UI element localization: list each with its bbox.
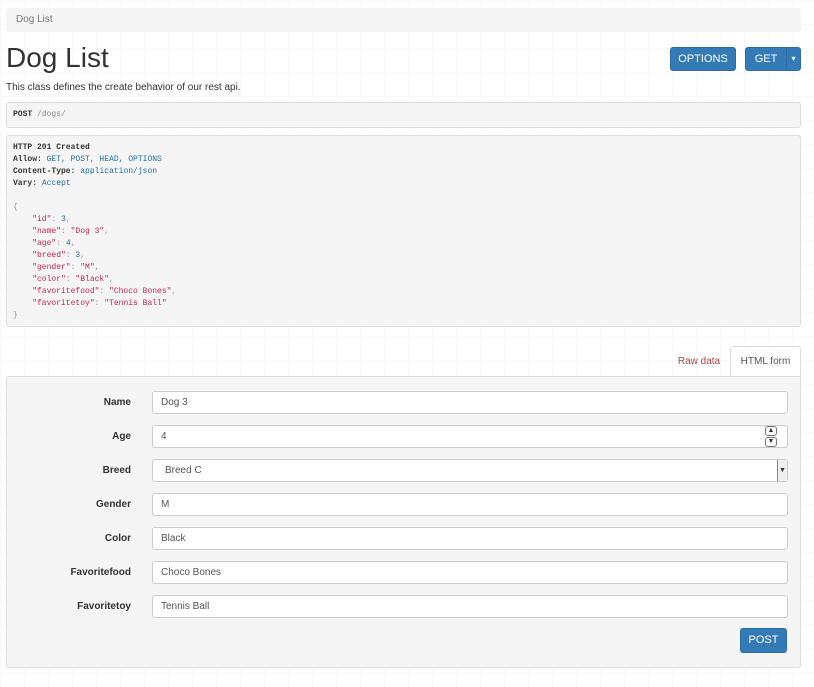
json-value: "Choco Bones"	[109, 287, 172, 296]
tab-raw-data[interactable]: Raw data	[669, 346, 729, 377]
json-value: "Dog 3"	[70, 227, 105, 236]
favoritetoy-label: Favoritetoy	[77, 601, 131, 612]
color-field[interactable]: Black	[152, 527, 788, 550]
form-row-favoritefood: Favoritefood Choco Bones	[7, 561, 802, 585]
breadcrumb-item-dog-list[interactable]: Dog List	[16, 14, 53, 25]
json-key: "breed"	[32, 251, 66, 260]
json-key: "gender"	[32, 263, 71, 272]
form-row-gender: Gender M	[7, 493, 802, 517]
name-field[interactable]: Dog 3	[152, 391, 788, 414]
form-row-name: Name Dog 3	[7, 391, 802, 415]
json-value: "Tennis Ball"	[104, 299, 167, 308]
json-key: "color"	[32, 275, 66, 284]
tab-html-form[interactable]: HTML form	[730, 346, 801, 377]
age-value: 4	[161, 431, 167, 442]
json-key: "name"	[32, 227, 62, 236]
chevron-down-icon[interactable]: ▼	[777, 460, 787, 481]
color-label: Color	[104, 533, 131, 544]
decrement-icon[interactable]: ▼	[765, 437, 777, 447]
json-key: "age"	[32, 239, 57, 248]
get-button[interactable]: GET	[745, 47, 787, 71]
request-method: POST	[13, 110, 33, 119]
breed-label: Breed	[102, 465, 131, 476]
page-description: This class defines the create behavior o…	[6, 82, 241, 93]
response-info: HTTP 201 Created Allow: GET, POST, HEAD,…	[6, 135, 801, 327]
age-field[interactable]: 4 ▲ ▼	[152, 425, 788, 448]
json-value: "Black"	[75, 275, 110, 284]
name-label: Name	[103, 397, 131, 408]
page-title: Dog List	[6, 42, 109, 73]
response-header-value: Accept	[41, 179, 71, 188]
response-header-key: Vary:	[13, 179, 38, 188]
breed-select[interactable]: Breed C ▼	[152, 459, 788, 482]
favoritefood-label: Favoritefood	[70, 567, 131, 578]
content-tabs: Raw data HTML form	[0, 346, 814, 377]
json-open-brace: {	[13, 203, 18, 212]
json-close-brace: }	[13, 311, 18, 320]
response-header-key: Content-Type:	[13, 167, 76, 176]
favoritefood-field[interactable]: Choco Bones	[152, 561, 788, 584]
gender-label: Gender	[95, 499, 131, 510]
form-row-breed: Breed Breed C ▼	[7, 459, 802, 483]
json-key: "favoritetoy"	[32, 299, 95, 308]
gender-field[interactable]: M	[152, 493, 788, 516]
request-path: /dogs/	[37, 110, 66, 119]
response-status: HTTP 201 Created	[13, 143, 90, 152]
request-info: POST /dogs/	[6, 102, 801, 128]
html-form-panel: Name Dog 3 Age 4 ▲ ▼ Breed Breed C ▼ Gen…	[6, 376, 801, 668]
options-button[interactable]: OPTIONS	[670, 47, 736, 71]
increment-icon[interactable]: ▲	[765, 426, 777, 436]
post-button[interactable]: POST	[740, 628, 787, 653]
response-header-value: GET, POST, HEAD, OPTIONS	[46, 155, 162, 164]
form-row-color: Color Black	[7, 527, 802, 551]
age-stepper[interactable]: ▲ ▼	[765, 426, 779, 447]
get-format-dropdown-caret-icon[interactable]: ▾	[786, 47, 801, 71]
favoritetoy-field[interactable]: Tennis Ball	[152, 595, 788, 618]
json-key: "favoritefood"	[32, 287, 100, 296]
response-header-value: application/json	[80, 167, 158, 176]
breed-selected-value: Breed C	[165, 465, 202, 476]
json-key: "id"	[32, 215, 52, 224]
response-header-key: Allow:	[13, 155, 42, 164]
form-row-age: Age 4 ▲ ▼	[7, 425, 802, 449]
json-value: "M"	[80, 263, 95, 272]
breadcrumb: Dog List	[6, 8, 801, 32]
age-label: Age	[112, 431, 131, 442]
form-row-favoritetoy: Favoritetoy Tennis Ball	[7, 595, 802, 619]
